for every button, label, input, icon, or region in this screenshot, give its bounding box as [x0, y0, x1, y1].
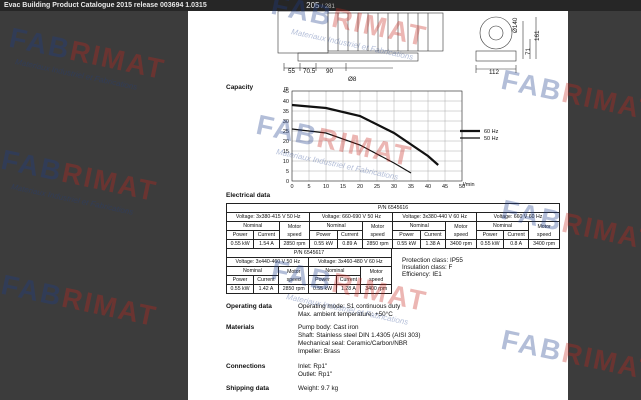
y-tick-label: 35: [283, 109, 289, 115]
voltage-cell: Voltage: 3x440-460 V 50 Hz: [225, 257, 310, 267]
current-header: Current: [253, 275, 279, 285]
x-tick-label: 45: [442, 184, 448, 190]
x-tick-label: 5: [307, 184, 310, 190]
watermark-logo: FABRIMAT: [0, 143, 161, 208]
motor-speed-header: Motor speed: [361, 221, 394, 240]
y-tick-label: 0: [286, 179, 289, 185]
max-ambient-temp: Max. ambient temperature: +50°C: [298, 311, 393, 318]
legend-50hz-label: 50 Hz: [484, 136, 499, 142]
shipping-data-label: Shipping data: [226, 385, 269, 392]
y-tick-label: 20: [283, 139, 289, 145]
voltage-cell: Voltage: 3x380-415 V 50 Hz: [225, 212, 311, 222]
x-tick-label: 25: [374, 184, 380, 190]
x-tick-label: 40: [425, 184, 431, 190]
nominal-header: Nominal: [392, 221, 446, 231]
motor-speed-header: Motor speed: [278, 221, 311, 240]
nominal-header: Nominal: [308, 266, 362, 276]
current-header: Current: [336, 230, 363, 240]
electrical-table-6545617: P/N 6545617 Voltage: 3x440-460 V 50 Hz V…: [225, 248, 392, 294]
current-header: Current: [503, 230, 530, 240]
voltage-cell: Voltage: 660-690 V 50 Hz: [309, 212, 394, 222]
x-tick-label: 10: [323, 184, 329, 190]
material-mechanical-seal: Mechanical seal: Ceramic/Carbon/NBR: [298, 340, 408, 347]
electrical-table-6545616: P/N 6545616 Voltage: 3x380-415 V 50 Hz V…: [225, 203, 561, 249]
y-tick-label: 10: [283, 159, 289, 165]
material-impeller: Impeller: Brass: [298, 348, 340, 355]
document-page: 55 70.5 90 Ø8 112 Ø140 71 161 Capacity m…: [188, 11, 568, 400]
x-tick-label: 35: [408, 184, 414, 190]
series-line-60hz: [291, 103, 439, 166]
watermark-logo: FABRIMAT: [0, 268, 161, 333]
current-header: Current: [253, 230, 280, 240]
efficiency-class: Efficiency: IE1: [402, 271, 442, 278]
nominal-header: Nominal: [309, 221, 363, 231]
motor-speed-header: Motor speed: [360, 266, 392, 285]
materials-label: Materials: [226, 324, 255, 331]
connections-label: Connections: [226, 363, 266, 370]
x-tick-label: 15: [340, 184, 346, 190]
motor-speed-header: Motor speed: [277, 266, 310, 285]
capacity-chart: 0510152025303540450 5 10 15 20 25 30 35 40 45 50: [283, 89, 480, 190]
nominal-header: Nominal: [226, 221, 280, 231]
total-pages: 281: [324, 4, 335, 10]
current-page-number[interactable]: 205: [306, 1, 319, 10]
power-header: Power: [475, 230, 505, 240]
x-tick-label: 20: [357, 184, 363, 190]
material-pump-body: Pump body: Cast iron: [298, 324, 359, 331]
power-header: Power: [308, 275, 337, 285]
voltage-cell: Voltage: 3x380-440 V 60 Hz: [392, 212, 477, 222]
current-header: Current: [335, 275, 362, 285]
chart-x-unit: l/min: [463, 182, 475, 188]
nominal-header: Nominal: [226, 266, 279, 276]
power-header: Power: [309, 230, 338, 240]
watermark-tagline: Materiaux Industriel et Fabrications: [10, 182, 135, 217]
y-tick-label: 40: [283, 99, 289, 105]
electrical-data-label: Electrical data: [226, 192, 271, 199]
pn-6545616: P/N 6545616: [226, 203, 560, 213]
y-tick-label: 15: [283, 149, 289, 155]
y-tick-label: 5: [286, 169, 289, 175]
connection-inlet: Inlet: Rp1": [298, 363, 328, 370]
y-tick-label: 30: [283, 119, 289, 125]
viewer-top-bar: Evac Building Product Catalogue 2015 rel…: [0, 0, 641, 11]
table-row: 0.55 kW 1.42 A 2850 rpm 0.55 kW 1.28 A 3400 …: [225, 284, 392, 294]
power-header: Power: [225, 230, 255, 240]
pn-6545617: P/N 6545617: [226, 248, 392, 258]
current-header: Current: [419, 230, 446, 240]
shipping-weight: Weight: 9.7 kg: [298, 385, 339, 392]
voltage-cell: Voltage: 3x460-480 V 60 Hz: [308, 257, 392, 267]
operating-data-label: Operating data: [226, 303, 272, 310]
connection-outlet: Outlet: Rp1": [298, 371, 333, 378]
watermark-fab: FABRIMAT: [6, 21, 169, 86]
voltage-cell: Voltage: 660 V 60 Hz: [475, 212, 561, 222]
watermark-tagline: Materiaux Industriel et Fabrications: [14, 57, 139, 92]
watermark-logo: FABRIMAT: [6, 21, 169, 86]
material-shaft: Shaft: Stainless steel DIN 1.4305 (AISI …: [298, 332, 421, 339]
power-header: Power: [225, 275, 255, 285]
x-tick-label: 0: [290, 184, 293, 190]
y-tick-label: 45: [283, 89, 289, 95]
y-tick-label: 25: [283, 129, 289, 135]
operating-mode: Operating mode: S1 continuous duty: [298, 303, 401, 310]
nominal-header: Nominal: [475, 221, 530, 231]
power-header: Power: [392, 230, 421, 240]
x-tick-label: 30: [391, 184, 397, 190]
motor-speed-header: Motor speed: [528, 221, 560, 240]
motor-speed-header: Motor speed: [444, 221, 477, 240]
